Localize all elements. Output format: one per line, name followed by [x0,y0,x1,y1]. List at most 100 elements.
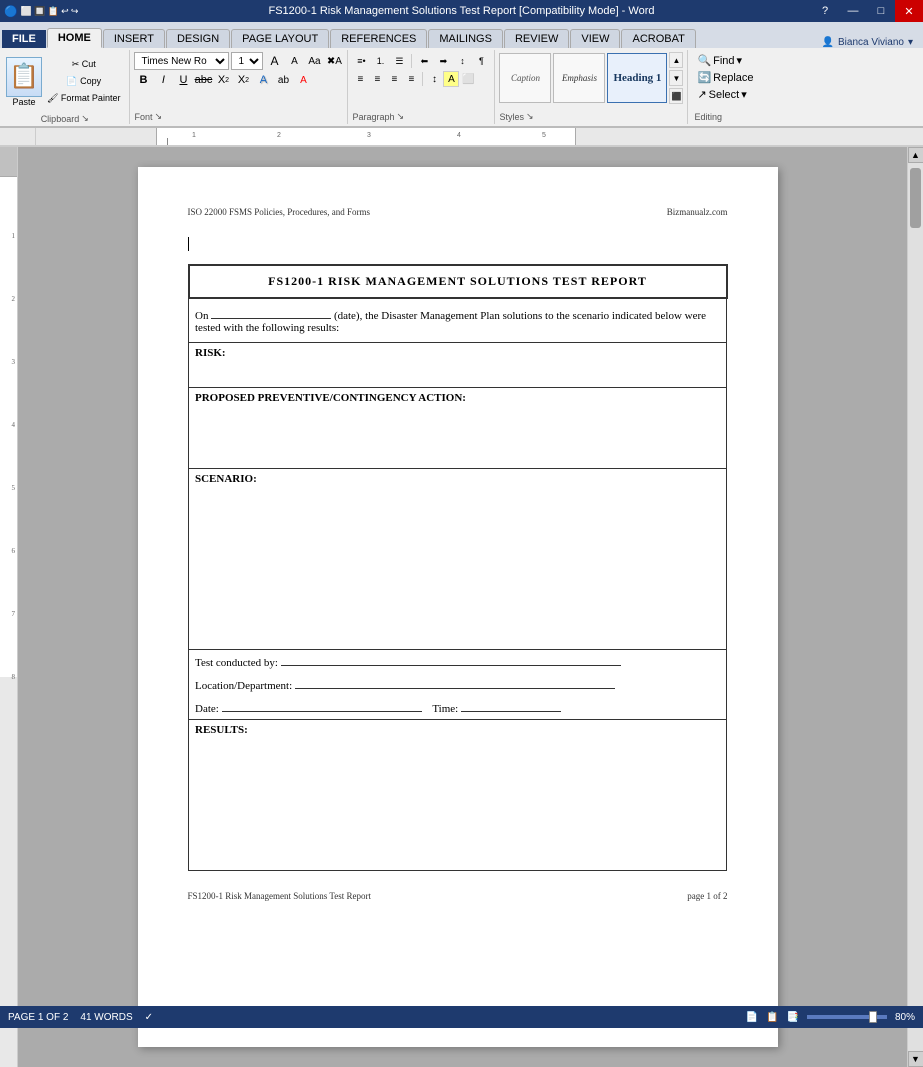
tab-view[interactable]: VIEW [570,29,620,48]
decrease-indent-button[interactable]: ⬅ [415,52,433,70]
v-mark-1: 1 [12,177,16,240]
cut-button[interactable]: ✂ Cut [44,57,123,72]
underline-button[interactable]: U [174,71,192,89]
find-button[interactable]: 🔍 Find ▾ [694,52,762,69]
superscript-button[interactable]: X2 [234,71,252,89]
tab-acrobat[interactable]: ACROBAT [621,29,695,48]
increase-indent-button[interactable]: ➡ [434,52,452,70]
proposed-content[interactable] [195,404,720,464]
italic-button[interactable]: I [154,71,172,89]
intro-cell[interactable]: On (date), the Disaster Management Plan … [189,298,727,343]
scenario-row: SCENARIO: [189,469,727,650]
font-dialog-launcher[interactable]: ↘ [154,111,162,122]
style-emphasis[interactable]: Emphasis [553,53,605,103]
scroll-up-button[interactable]: ▲ [908,147,923,163]
conducted-field[interactable] [281,654,621,666]
datetime-cell[interactable]: Date: Time: [189,696,727,720]
style-caption[interactable]: Caption [499,53,551,103]
ruler-mark-2: 2 [277,132,281,139]
align-center-button[interactable]: ≡ [369,71,385,87]
tab-insert[interactable]: INSERT [103,29,165,48]
strikethrough-button[interactable]: abc [194,71,212,89]
select-button[interactable]: ↗ Select ▾ [694,86,762,103]
style-heading1[interactable]: Heading 1 [607,53,667,103]
results-cell[interactable]: RESULTS: [189,720,727,871]
justify-button[interactable]: ≡ [403,71,419,87]
styles-down-button[interactable]: ▼ [669,70,683,86]
location-label: Location/Department: [195,680,292,692]
proposed-cell[interactable]: PROPOSED PREVENTIVE/CONTINGENCY ACTION: [189,388,727,469]
risk-content[interactable] [195,359,720,379]
font-name-dropdown[interactable]: Times New Ro [134,52,229,70]
view-icon-1[interactable]: 📄 [746,1012,758,1023]
border-button[interactable]: ⬜ [460,71,476,87]
copy-button[interactable]: 📄 Copy [44,74,123,89]
font-color-button[interactable]: A [294,71,312,89]
clear-format-button[interactable]: ✖A [325,52,343,70]
line-spacing-button[interactable]: ↕ [426,71,442,87]
location-cell[interactable]: Location/Department: [189,673,727,696]
view-icon-2[interactable]: 📋 [766,1012,778,1023]
para-row1: ≡• 1. ☰ ⬅ ➡ ↕ ¶ [352,52,490,70]
align-right-button[interactable]: ≡ [386,71,402,87]
tab-references[interactable]: REFERENCES [330,29,427,48]
clipboard-arrow[interactable]: ↘ [81,113,89,124]
styles-up-button[interactable]: ▲ [669,52,683,68]
tab-design[interactable]: DESIGN [166,29,230,48]
conducted-cell[interactable]: Test conducted by: [189,650,727,674]
scenario-cell[interactable]: SCENARIO: [189,469,727,650]
text-effects-button[interactable]: A [254,71,272,89]
title-bar-controls[interactable]: ? — □ ✕ [811,0,923,22]
zoom-slider[interactable] [807,1015,887,1019]
zoom-thumb[interactable] [869,1011,877,1023]
title-bar-icons: 🔵 ⬜ 🔲 📋 ↩ ↪ [4,5,78,18]
status-left: PAGE 1 OF 2 41 WORDS ✓ [8,1012,153,1023]
sort-button[interactable]: ↕ [453,52,471,70]
multilevel-list-button[interactable]: ☰ [390,52,408,70]
styles-dialog-launcher[interactable]: ↘ [526,111,534,122]
scroll-down-button[interactable]: ▼ [908,1051,923,1067]
date-field[interactable] [211,307,331,319]
vertical-scrollbar[interactable]: ▲ ▼ [907,147,923,1067]
paragraph-label: Paragraph ↘ [352,109,490,122]
tab-page-layout[interactable]: PAGE LAYOUT [231,29,329,48]
change-case-button[interactable]: Aa [305,52,323,70]
status-right: 📄 📋 📑 80% [746,1012,915,1023]
tab-mailings[interactable]: MAILINGS [428,29,503,48]
maximize-button[interactable]: □ [867,0,895,22]
time-input-field[interactable] [461,700,561,712]
align-left-button[interactable]: ≡ [352,71,368,87]
shrink-font-button[interactable]: A [285,52,303,70]
shading-button[interactable]: A [443,71,459,87]
paste-button[interactable]: 📋 Paste [6,57,42,107]
format-painter-button[interactable]: 🖌 Format Painter [44,91,123,106]
tab-home[interactable]: HOME [47,28,102,48]
risk-cell[interactable]: RISK: [189,343,727,388]
close-button[interactable]: ✕ [895,0,923,22]
subscript-button[interactable]: X2 [214,71,232,89]
text-highlight-button[interactable]: ab [274,71,292,89]
font-size-dropdown[interactable]: 12 [231,52,263,70]
header-left: ISO 22000 FSMS Policies, Procedures, and… [188,207,371,217]
location-field[interactable] [295,677,615,689]
numbering-button[interactable]: 1. [371,52,389,70]
view-icon-3[interactable]: 📑 [787,1012,799,1023]
grow-font-button[interactable]: A [265,52,283,70]
tab-file[interactable]: FILE [2,30,46,48]
para-dialog-launcher[interactable]: ↘ [396,111,404,122]
v-ruler-marks: 1 2 3 4 5 6 7 8 [12,177,16,681]
scrollbar-thumb[interactable] [910,168,921,228]
results-content[interactable] [195,736,720,866]
cursor-area[interactable] [188,237,728,254]
date-input-field[interactable] [222,700,422,712]
minimize-button[interactable]: — [839,0,867,22]
bullets-button[interactable]: ≡• [352,52,370,70]
scenario-content[interactable] [195,485,720,645]
help-button[interactable]: ? [811,0,839,22]
styles-more-button[interactable]: ⬛ [669,88,683,104]
title-cell: FS1200-1 RISK MANAGEMENT SOLUTIONS TEST … [189,265,727,298]
tab-review[interactable]: REVIEW [504,29,569,48]
bold-button[interactable]: B [134,71,152,89]
show-formatting-button[interactable]: ¶ [472,52,490,70]
replace-button[interactable]: 🔄 Replace [694,69,762,86]
